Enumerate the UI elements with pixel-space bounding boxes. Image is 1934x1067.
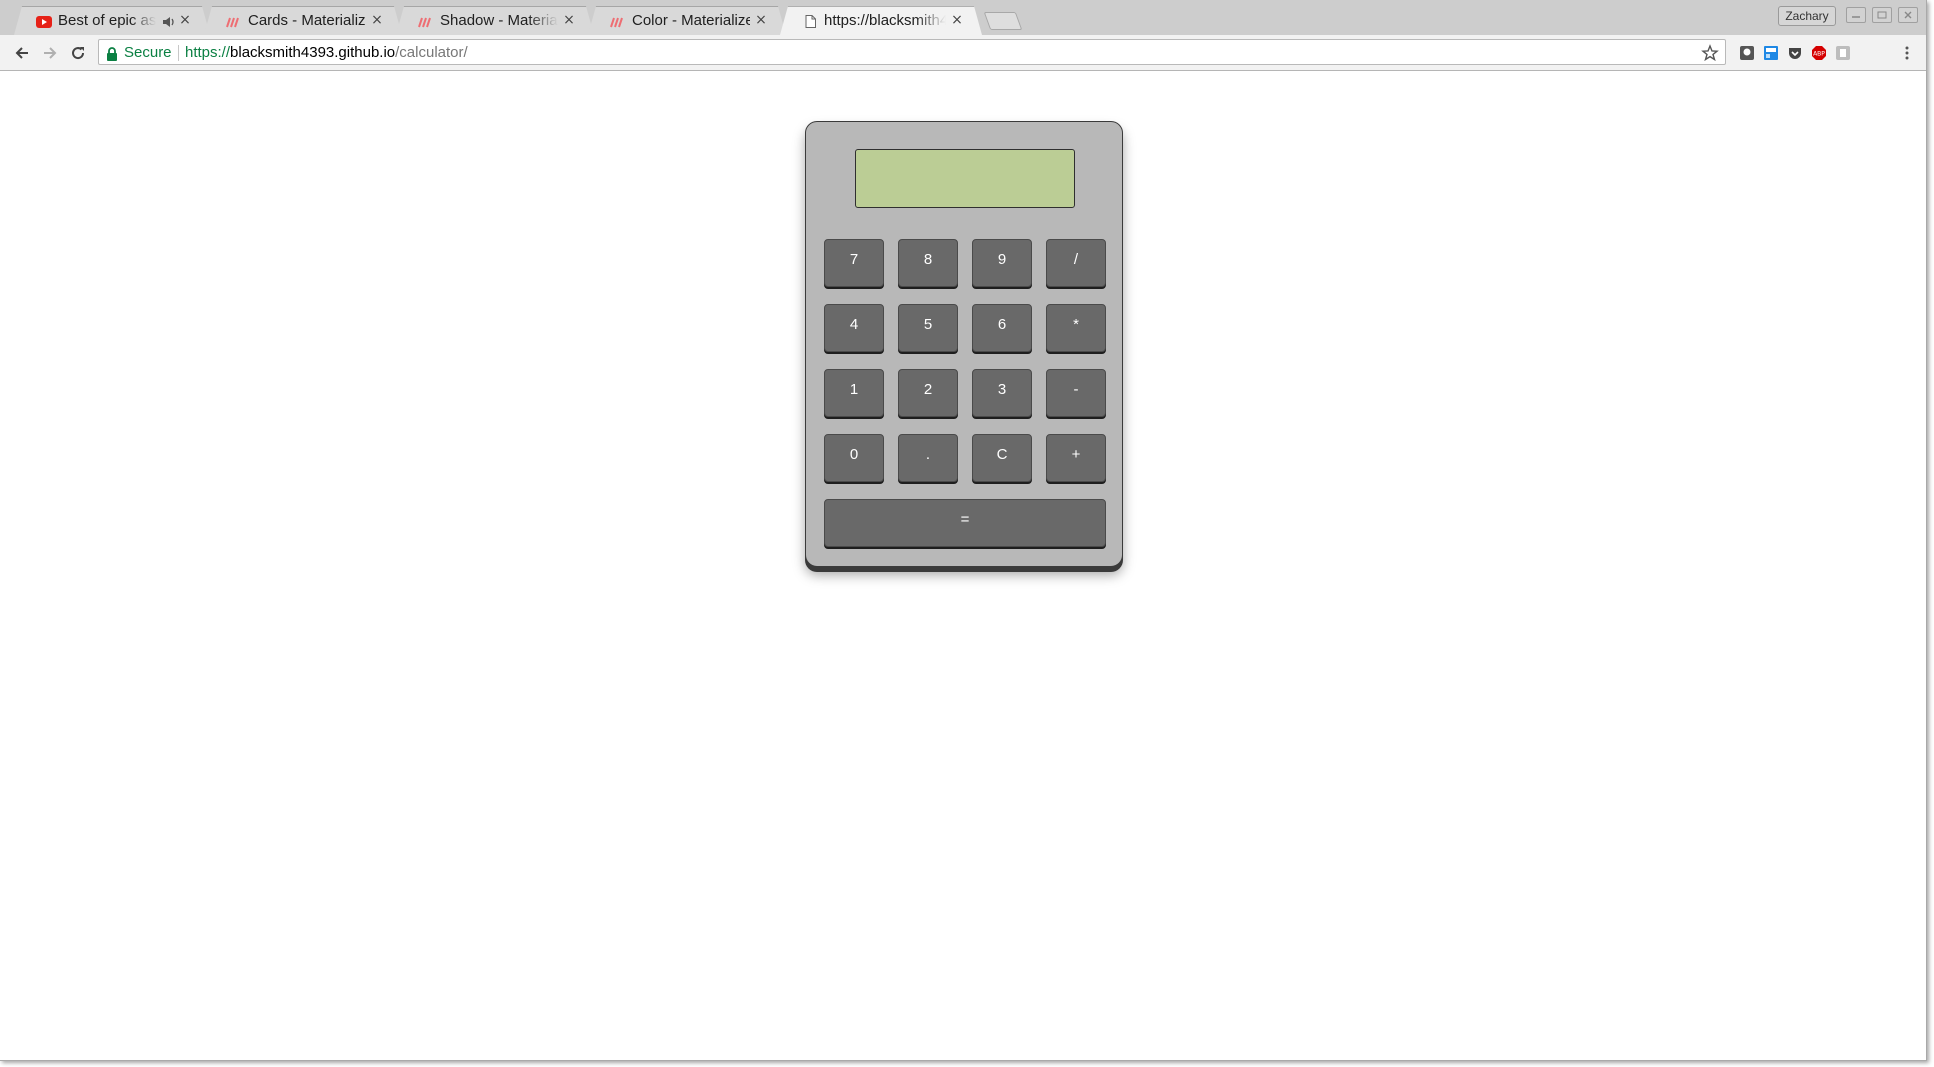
key-add[interactable]: + (1046, 434, 1106, 482)
tab-youtube[interactable]: Best of epic asian × (14, 6, 210, 35)
close-tab-icon[interactable]: × (950, 13, 964, 27)
close-window-button[interactable] (1898, 7, 1918, 23)
minimize-button[interactable] (1846, 7, 1866, 23)
reload-button[interactable] (66, 41, 90, 65)
address-bar[interactable]: Secure https://blacksmith4393.github.io/… (98, 39, 1726, 65)
key-7[interactable]: 7 (824, 239, 884, 287)
tab-title: Cards - Materialize (248, 12, 366, 29)
pocket-icon[interactable] (1786, 44, 1804, 62)
key-6[interactable]: 6 (972, 304, 1032, 352)
forward-button[interactable] (38, 41, 62, 65)
address-separator (178, 45, 179, 61)
back-button[interactable] (10, 41, 34, 65)
url-scheme: https:// (185, 44, 231, 61)
bookmark-star-icon[interactable] (1701, 44, 1719, 62)
key-8[interactable]: 8 (898, 239, 958, 287)
secure-label: Secure (124, 44, 172, 61)
tab-strip: Best of epic asian × Cards - Materialize… (0, 0, 1926, 35)
lock-icon (106, 46, 118, 61)
close-tab-icon[interactable]: × (178, 13, 192, 27)
key-divide[interactable]: / (1046, 239, 1106, 287)
tab-manager-icon[interactable] (1762, 44, 1780, 62)
key-subtract[interactable]: - (1046, 369, 1106, 417)
key-multiply[interactable]: * (1046, 304, 1106, 352)
materialize-icon (226, 15, 242, 28)
tab-calculator[interactable]: https://blacksmith4393.github.io/calcula… (780, 6, 982, 35)
adblock-plus-icon[interactable]: ABP (1810, 44, 1828, 62)
tab-title: Shadow - Materialize (440, 12, 558, 29)
close-tab-icon[interactable]: × (370, 13, 384, 27)
key-decimal[interactable]: . (898, 434, 958, 482)
key-equals[interactable]: = (824, 499, 1106, 547)
extension-icon[interactable] (1834, 44, 1852, 62)
tab-title: https://blacksmith4393.github.io/calcula… (824, 12, 946, 29)
new-tab-button[interactable] (983, 12, 1023, 30)
ghostery-icon[interactable] (1738, 44, 1756, 62)
key-1[interactable]: 1 (824, 369, 884, 417)
menu-icon[interactable] (1898, 44, 1916, 62)
back-arrow-icon (15, 47, 28, 59)
youtube-icon (36, 15, 52, 28)
tab-cards-materialize[interactable]: Cards - Materialize × (204, 6, 402, 35)
close-tab-icon[interactable]: × (754, 13, 768, 27)
key-5[interactable]: 5 (898, 304, 958, 352)
browser-window: Best of epic asian × Cards - Materialize… (0, 0, 1927, 1061)
calculator-display (855, 149, 1075, 208)
browser-toolbar: Secure https://blacksmith4393.github.io/… (0, 35, 1926, 71)
materialize-icon (610, 15, 626, 28)
tab-title: Color - Materialize (632, 12, 750, 29)
tab-color-materialize[interactable]: Color - Materialize × (588, 6, 786, 35)
key-3[interactable]: 3 (972, 369, 1032, 417)
key-9[interactable]: 9 (972, 239, 1032, 287)
reload-icon (72, 47, 85, 60)
url-path: /calculator/ (395, 44, 468, 61)
url-text[interactable]: https://blacksmith4393.github.io/calcula… (185, 44, 468, 61)
tab-shadow-materialize[interactable]: Shadow - Materialize × (396, 6, 594, 35)
svg-text:ABP: ABP (1813, 51, 1825, 58)
calculator: 7 8 9 / 4 5 6 * 1 2 3 - 0 . C + = (805, 121, 1123, 567)
maximize-button[interactable] (1872, 7, 1892, 23)
url-host: blacksmith4393.github.io (230, 44, 396, 61)
close-tab-icon[interactable]: × (562, 13, 576, 27)
key-0[interactable]: 0 (824, 434, 884, 482)
materialize-icon (418, 15, 434, 28)
speaker-icon[interactable] (162, 14, 176, 28)
key-clear[interactable]: C (972, 434, 1032, 482)
profile-button[interactable]: Zachary (1778, 6, 1836, 26)
forward-arrow-icon (44, 47, 57, 59)
page-icon (802, 15, 818, 28)
tab-title: Best of epic asian (58, 12, 156, 29)
key-4[interactable]: 4 (824, 304, 884, 352)
key-2[interactable]: 2 (898, 369, 958, 417)
